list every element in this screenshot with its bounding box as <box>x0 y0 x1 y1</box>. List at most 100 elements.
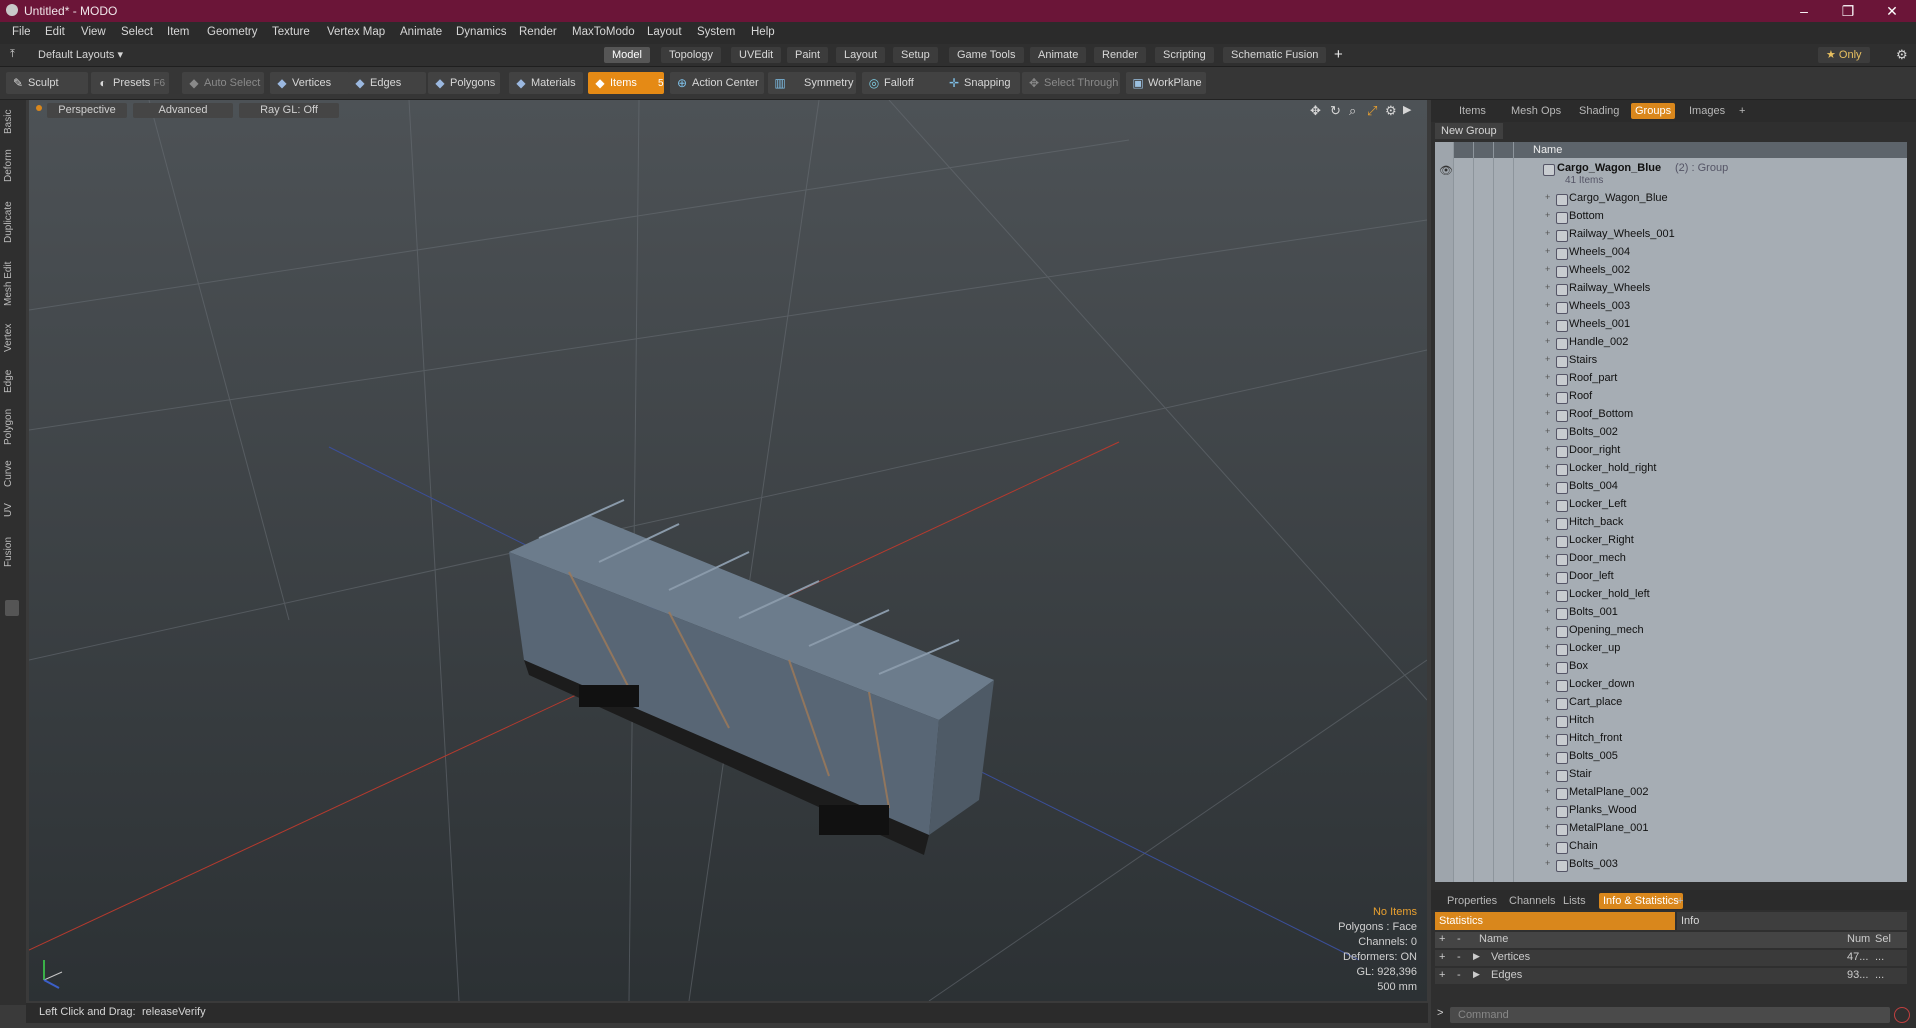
gear-icon[interactable]: ⚙ <box>1896 47 1908 63</box>
tab-edge[interactable]: Edge <box>3 364 23 398</box>
tab-topology[interactable]: Topology <box>661 47 722 63</box>
list-item[interactable]: + Door_right <box>1435 442 1907 460</box>
expand-icon[interactable]: + <box>1545 678 1550 688</box>
menu-render[interactable]: Render <box>519 26 557 38</box>
tab-animate[interactable]: Animate <box>1030 47 1087 63</box>
tab-properties[interactable]: Properties <box>1443 893 1501 909</box>
raygl-toggle[interactable]: Ray GL: Off <box>239 103 339 118</box>
add-tab-icon[interactable]: + <box>1735 103 1749 119</box>
collapse-icon[interactable]: - <box>1457 969 1461 981</box>
expand-icon[interactable]: + <box>1545 444 1550 454</box>
menu-select[interactable]: Select <box>121 26 153 38</box>
expand-icon[interactable]: + <box>1545 228 1550 238</box>
list-item[interactable]: + Roof_part <box>1435 370 1907 388</box>
list-item[interactable]: + Stairs <box>1435 352 1907 370</box>
list-item[interactable]: + Door_left <box>1435 568 1907 586</box>
expand-icon[interactable]: + <box>1545 192 1550 202</box>
tab-curve[interactable]: Curve <box>3 456 23 492</box>
list-item[interactable]: + Roof <box>1435 388 1907 406</box>
record-icon[interactable] <box>1894 1007 1910 1023</box>
info-tab[interactable]: Info <box>1677 912 1907 930</box>
stat-row-vertices[interactable]: + - ▶ Vertices 47... ... <box>1435 950 1907 966</box>
expand-icon[interactable]: + <box>1545 372 1550 382</box>
expand-icon[interactable]: + <box>1439 969 1445 981</box>
group-row[interactable]: 👁 Cargo_Wagon_Blue (2) : Group 41 Items <box>1435 160 1907 190</box>
disclosure-icon[interactable]: ▶ <box>1473 951 1480 962</box>
expand-icon[interactable]: + <box>1545 354 1550 364</box>
menu-system[interactable]: System <box>697 26 735 38</box>
list-item[interactable]: + Locker_hold_right <box>1435 460 1907 478</box>
menu-file[interactable]: File <box>12 26 31 38</box>
list-item[interactable]: + Bolts_001 <box>1435 604 1907 622</box>
expand-icon[interactable]: + <box>1545 282 1550 292</box>
list-item[interactable]: + Wheels_001 <box>1435 316 1907 334</box>
group-visibility-icon[interactable]: 👁 <box>1439 164 1453 177</box>
expand-icon[interactable]: + <box>1545 318 1550 328</box>
list-item[interactable]: + Stair <box>1435 766 1907 784</box>
3d-viewport[interactable]: No Items Polygons : Face Channels: 0 Def… <box>29 100 1427 1001</box>
list-item[interactable]: + Railway_Wheels_001 <box>1435 226 1907 244</box>
advanced-dropdown[interactable]: Advanced <box>133 103 233 118</box>
list-item[interactable]: + Wheels_003 <box>1435 298 1907 316</box>
select-through-button[interactable]: ✥ Select Through <box>1022 72 1120 94</box>
list-item[interactable]: + Bolts_005 <box>1435 748 1907 766</box>
list-item[interactable]: + Hitch_front <box>1435 730 1907 748</box>
tab-layout[interactable]: Layout <box>836 47 886 63</box>
presets-button[interactable]: ◐ Presets F6 <box>91 72 169 94</box>
expand-icon[interactable]: + <box>1545 516 1550 526</box>
statistics-tab[interactable]: Statistics <box>1435 912 1675 930</box>
list-item[interactable]: + Bolts_003 <box>1435 856 1907 874</box>
workplane-button[interactable]: ▣ WorkPlane <box>1126 72 1206 94</box>
menu-texture[interactable]: Texture <box>272 26 310 38</box>
menu-animate[interactable]: Animate <box>400 26 442 38</box>
fit-icon[interactable]: ⤢ <box>1367 103 1377 119</box>
perspective-dropdown[interactable]: Perspective <box>47 103 127 118</box>
list-item[interactable]: + Bolts_002 <box>1435 424 1907 442</box>
symmetry-button[interactable]: ▥ Symmetry <box>768 72 856 94</box>
tab-paint[interactable]: Paint <box>787 47 829 63</box>
tab-uv[interactable]: UV <box>3 498 23 522</box>
list-item[interactable]: + Handle_002 <box>1435 334 1907 352</box>
expand-icon[interactable]: + <box>1545 570 1550 580</box>
close-button[interactable]: ✕ <box>1872 2 1912 20</box>
menu-edit[interactable]: Edit <box>45 26 65 38</box>
expand-icon[interactable]: + <box>1545 714 1550 724</box>
expand-icon[interactable]: + <box>1545 498 1550 508</box>
tab-duplicate[interactable]: Duplicate <box>3 196 23 248</box>
expand-icon[interactable]: + <box>1545 696 1550 706</box>
rotate-icon[interactable]: ↻ <box>1330 103 1341 119</box>
expand-icon[interactable]: + <box>1545 822 1550 832</box>
polygons-button[interactable]: ◆ Polygons <box>428 72 500 94</box>
list-item[interactable]: + Hitch_back <box>1435 514 1907 532</box>
menu-view[interactable]: View <box>81 26 106 38</box>
expand-icon[interactable]: + <box>1545 390 1550 400</box>
sculpt-button[interactable]: ✎ Sculpt <box>6 72 88 94</box>
list-item[interactable]: + Locker_up <box>1435 640 1907 658</box>
tab-vertex[interactable]: Vertex <box>3 318 23 358</box>
expand-arrow-icon[interactable]: ▶ <box>1403 103 1411 116</box>
tab-groups[interactable]: Groups <box>1631 103 1676 119</box>
expand-icon[interactable]: + <box>1545 786 1550 796</box>
expand-icon[interactable]: + <box>1545 768 1550 778</box>
collapse-icon[interactable]: - <box>1457 951 1461 963</box>
expand-icon[interactable]: + <box>1545 858 1550 868</box>
menu-vertex-map[interactable]: Vertex Map <box>327 26 385 38</box>
expand-icon[interactable]: + <box>1545 462 1550 472</box>
expand-icon[interactable]: + <box>1545 588 1550 598</box>
list-item[interactable]: + Door_mech <box>1435 550 1907 568</box>
expand-icon[interactable]: + <box>1545 300 1550 310</box>
pan-icon[interactable]: ✥ <box>1310 103 1321 119</box>
expand-icon[interactable]: + <box>1439 951 1445 963</box>
stat-row-edges[interactable]: + - ▶ Edges 93... ... <box>1435 968 1907 984</box>
list-item[interactable]: + Roof_Bottom <box>1435 406 1907 424</box>
list-item[interactable]: + Hitch <box>1435 712 1907 730</box>
command-input[interactable]: Command <box>1450 1007 1890 1023</box>
list-item[interactable]: + Locker_hold_left <box>1435 586 1907 604</box>
snapping-button[interactable]: ✛ Snapping <box>942 72 1020 94</box>
list-item[interactable]: + Bottom <box>1435 208 1907 226</box>
list-item[interactable]: + MetalPlane_001 <box>1435 820 1907 838</box>
expand-icon[interactable]: + <box>1545 624 1550 634</box>
edges-button[interactable]: ◆Edges 2 <box>348 72 426 111</box>
expand-icon[interactable]: + <box>1545 336 1550 346</box>
vertices-button[interactable]: ◆Vertices 1 <box>270 72 350 111</box>
